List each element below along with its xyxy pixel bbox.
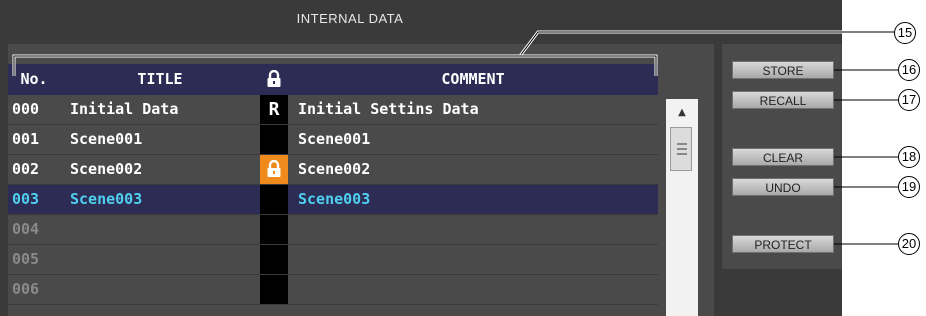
callout-16: 16 — [898, 59, 920, 81]
callout-18: 18 — [898, 146, 920, 168]
callout-15: 15 — [894, 22, 916, 44]
callout-19: 19 — [898, 176, 920, 198]
callout-20: 20 — [898, 233, 920, 255]
callout-17: 17 — [898, 89, 920, 111]
callout-lines — [12, 30, 898, 245]
